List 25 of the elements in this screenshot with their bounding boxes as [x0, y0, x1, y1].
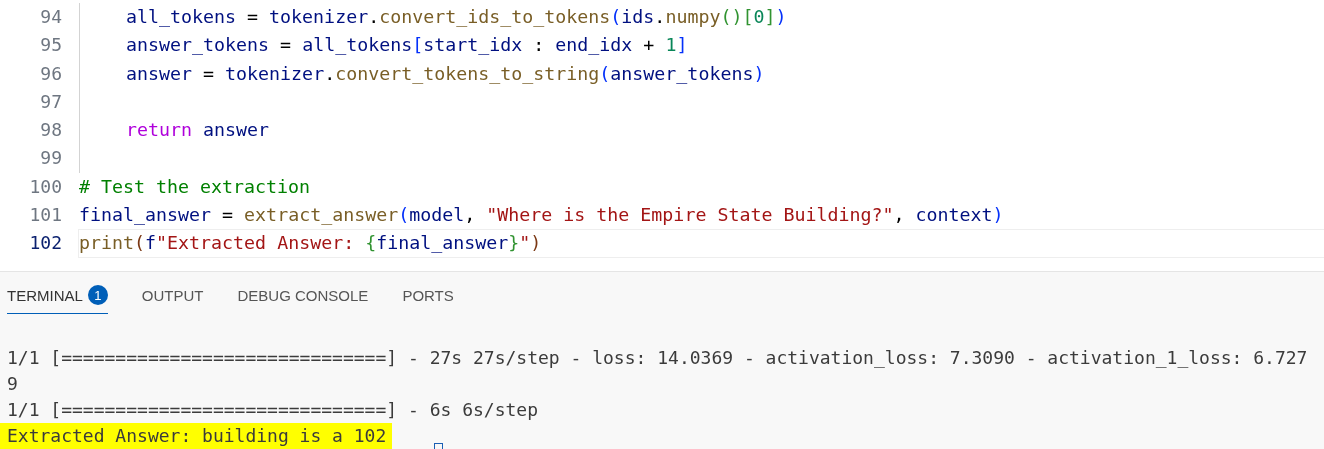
line-number: 96	[39, 61, 63, 86]
line-number: 100	[28, 174, 63, 199]
code-line: all_tokens = tokenizer.convert_ids_to_tokens(ids.numpy()[0])	[78, 3, 1324, 32]
panel-tab[interactable]: DEBUG CONSOLE	[237, 287, 369, 314]
terminal-line: 9	[7, 372, 18, 396]
line-number: 101	[28, 203, 63, 228]
code-line: answer = tokenizer.convert_tokens_to_string(answer_tokens)	[78, 59, 1324, 88]
count-badge: 1	[87, 285, 108, 305]
terminal-cursor-icon	[434, 443, 443, 449]
terminal-line: 1/1 [==============================] - 6s 6s/step	[7, 398, 538, 422]
line-number: 94	[39, 5, 63, 29]
code-line: final_answer = extract_answer(model, "Where is the Empire State Building?", context)	[78, 203, 1005, 228]
code-line: return answer	[78, 116, 1324, 145]
terminal-line: 1/1 [==============================] - 27s 27s/step - loss: 14.0369 - activation_loss: 7.3090 - activation_1_loss: 6.727	[7, 346, 1308, 370]
line-number: 97	[39, 89, 63, 114]
panel-tab[interactable]: PORTS	[402, 287, 454, 314]
line-number: 102	[28, 231, 63, 256]
panel-tab[interactable]: TERMINAL 1	[7, 287, 108, 314]
line-number: 95	[39, 33, 63, 58]
code-line: answer_tokens = all_tokens[start_idx : end_idx + 1]	[78, 31, 1324, 60]
panel-tab[interactable]: OUTPUT	[141, 287, 204, 314]
code-line: print(f"Extracted Answer: {final_answer}")	[78, 229, 1324, 258]
code-line: # Test the extraction	[78, 174, 312, 199]
line-number: 98	[39, 118, 63, 143]
line-number: 99	[39, 146, 63, 171]
